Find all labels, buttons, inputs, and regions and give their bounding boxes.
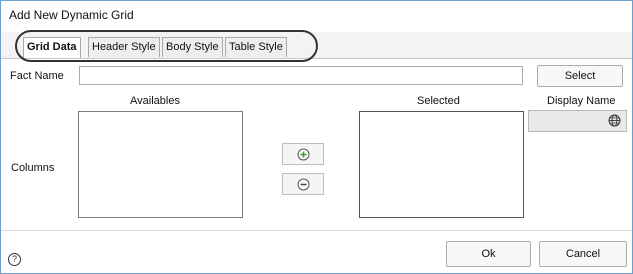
- add-dynamic-grid-dialog: Add New Dynamic Grid Grid Data Header St…: [0, 0, 633, 274]
- fact-name-label: Fact Name: [10, 70, 64, 82]
- tab-header-style[interactable]: Header Style: [88, 37, 160, 57]
- dialog-title: Add New Dynamic Grid: [9, 8, 134, 22]
- tab-grid-data[interactable]: Grid Data: [23, 37, 81, 58]
- select-button[interactable]: Select: [537, 65, 623, 87]
- selected-header: Selected: [417, 95, 460, 107]
- columns-label: Columns: [11, 162, 55, 174]
- availables-list[interactable]: [78, 111, 243, 218]
- display-name-header: Display Name: [547, 95, 616, 107]
- plus-circle-icon: [297, 148, 309, 160]
- fact-name-input[interactable]: [79, 66, 523, 85]
- display-name-field[interactable]: [528, 110, 627, 132]
- cancel-button[interactable]: Cancel: [539, 241, 627, 267]
- minus-circle-icon: [297, 178, 309, 190]
- remove-column-button[interactable]: [282, 173, 324, 195]
- add-column-button[interactable]: [282, 143, 324, 165]
- help-icon[interactable]: ?: [8, 253, 21, 266]
- globe-icon[interactable]: [608, 114, 621, 127]
- availables-header: Availables: [130, 95, 180, 107]
- footer-divider: [1, 230, 632, 231]
- selected-list[interactable]: [359, 111, 524, 218]
- tab-body-style[interactable]: Body Style: [162, 37, 223, 57]
- ok-button[interactable]: Ok: [446, 241, 531, 267]
- tab-table-style[interactable]: Table Style: [225, 37, 287, 57]
